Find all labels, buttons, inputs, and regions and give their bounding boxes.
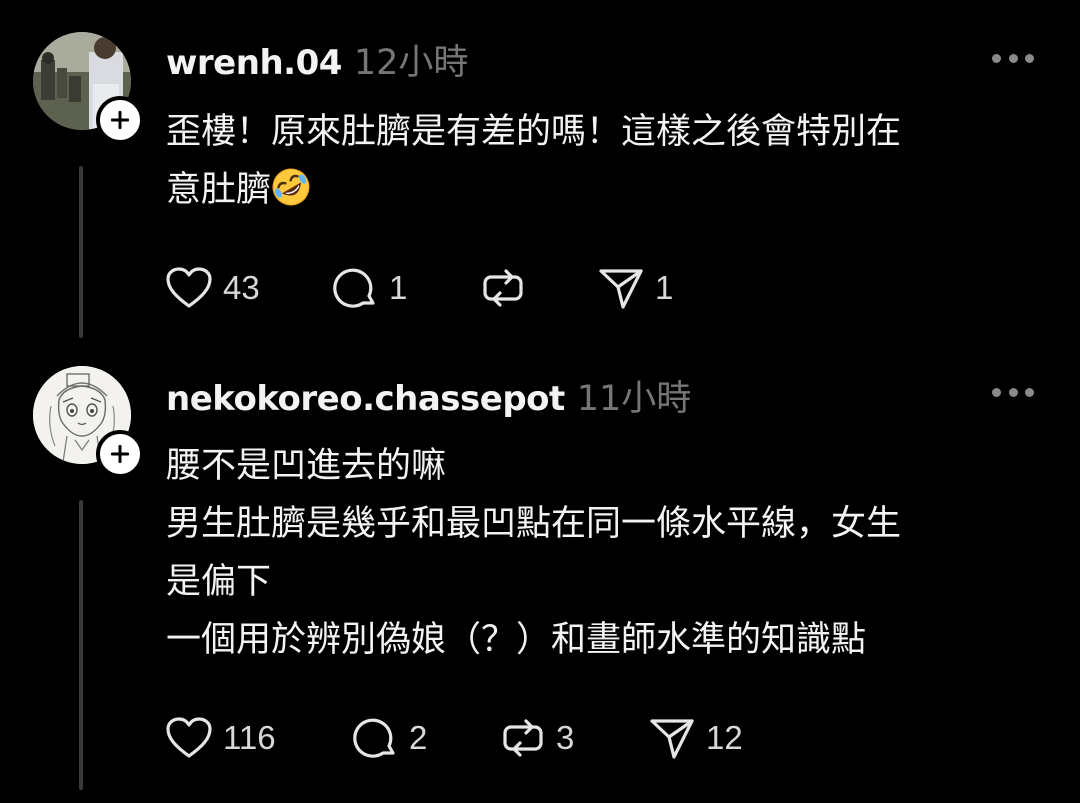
more-dots-icon [1008,53,1018,63]
post-text-line: 意肚臍 [166,170,272,210]
heart-icon [166,717,212,758]
comment-icon [333,268,375,308]
username[interactable]: nekokoreo.chassepot [166,379,565,419]
share-count: 1 [655,269,674,306]
username[interactable]: wrenh.04 [166,43,342,83]
thread-line [79,166,83,338]
post-body: 腰不是凹進去的嘛 男生肚臍是幾乎和最凹點在同一條水平線，女生 是偏下 一個用於辨… [166,437,1046,669]
like-count: 43 [223,269,260,306]
thread-line [79,500,83,790]
repost-button[interactable]: 3 [500,713,574,763]
post-actions: 43 1 1 [165,263,685,313]
reply-count: 1 [389,269,408,306]
reply-button[interactable]: 1 [333,263,407,313]
timestamp: 11小時 [576,379,692,419]
thread-reply: nekokoreo.chassepot 11小時 腰不是凹進去的嘛 男生肚臍是幾… [0,340,1080,803]
plus-icon [111,111,129,129]
post-text-line-with-emoji: 意肚臍 [166,161,1046,219]
share-button[interactable]: 12 [648,713,743,763]
post-header: wrenh.04 12小時 [166,34,468,85]
post-text-line: 腰不是凹進去的嘛 [166,446,447,486]
post-actions: 116 2 3 12 [165,713,765,763]
post-body: 歪樓！原來肚臍是有差的嗎！這樣之後會特別在 意肚臍 [166,103,1046,219]
follow-button[interactable] [96,430,144,478]
follow-button[interactable] [96,96,144,144]
timestamp: 12小時 [353,43,469,83]
post-text-line: 一個用於辨別偽娘（？）和畫師水準的知識點 [166,620,867,660]
send-icon [650,719,694,759]
repost-count: 3 [556,719,575,756]
reply-count: 2 [409,719,428,756]
share-count: 12 [706,719,743,756]
repost-icon [503,719,543,757]
post-text-line: 是偏下 [166,562,272,602]
more-dots-icon [992,387,1001,397]
plus-icon [111,445,129,463]
more-dots-icon [992,53,1001,63]
reply-button[interactable]: 2 [353,713,427,763]
more-options-button[interactable] [992,52,1034,64]
thread-reply: wrenh.04 12小時 歪樓！原來肚臍是有差的嗎！這樣之後會特別在 意肚臍 [0,0,1080,340]
post-text-line: 歪樓！原來肚臍是有差的嗎！這樣之後會特別在 [166,112,902,152]
post-text-line: 男生肚臍是幾乎和最凹點在同一條水平線，女生 [166,504,902,544]
more-dots-icon [1025,387,1034,397]
like-count: 116 [223,719,276,756]
post-header: nekokoreo.chassepot 11小時 [166,370,691,421]
share-button[interactable]: 1 [597,263,673,313]
send-icon [599,269,643,309]
heart-icon [166,267,212,308]
comment-icon [353,718,395,758]
more-options-button[interactable] [992,386,1034,398]
more-dots-icon [1008,387,1018,397]
repost-icon [483,269,523,307]
rolling-on-floor-laughing-emoji [272,168,310,206]
like-button[interactable]: 43 [165,263,260,313]
more-dots-icon [1025,53,1034,63]
like-button[interactable]: 116 [165,713,276,763]
repost-button[interactable] [480,263,536,313]
